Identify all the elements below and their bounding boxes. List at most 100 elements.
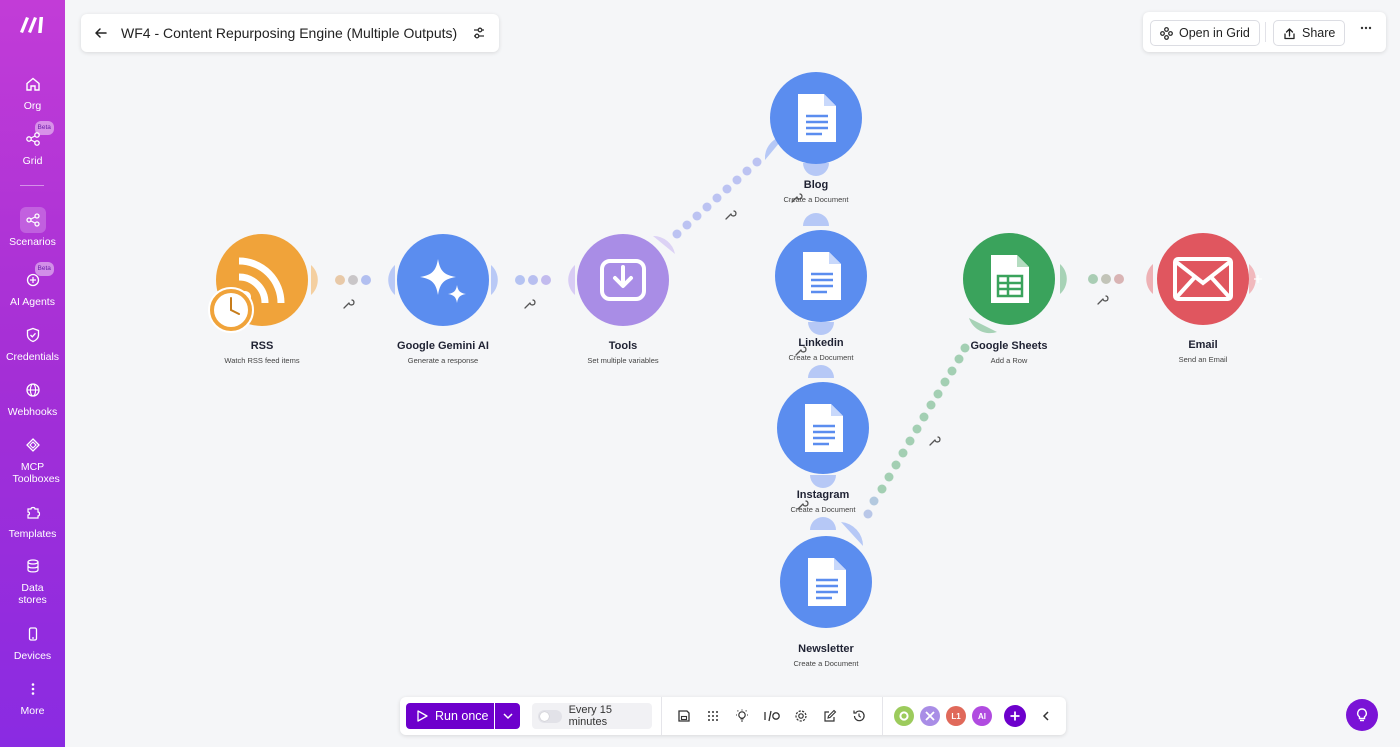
module-name: Email: [1188, 339, 1218, 351]
module-label: Linkedin Create a Document: [741, 337, 901, 362]
history-button[interactable]: [850, 707, 868, 725]
scenario-settings-button[interactable]: [459, 26, 499, 40]
play-icon: [417, 710, 428, 722]
add-module-button[interactable]: [1004, 705, 1026, 727]
module-instagram[interactable]: [743, 382, 903, 474]
schedule-toggle[interactable]: [538, 709, 562, 723]
app-badge-gateway[interactable]: [894, 706, 914, 726]
make-logo-icon[interactable]: [17, 12, 49, 36]
align-button[interactable]: [704, 707, 722, 725]
sidebar-item-credentials[interactable]: Credentials: [0, 322, 65, 363]
module-google-sheets[interactable]: [929, 233, 1089, 325]
module-action: Create a Document: [790, 505, 856, 514]
app-badge-ai[interactable]: AI: [972, 706, 992, 726]
google-docs-icon: [770, 72, 862, 164]
notes-button[interactable]: [821, 707, 839, 725]
module-rss[interactable]: [182, 234, 342, 326]
tips-button[interactable]: [1346, 699, 1378, 731]
share-icon: [1284, 27, 1295, 39]
connections-layer: [311, 136, 1262, 546]
wrench-icon[interactable]: [1097, 295, 1109, 305]
history-icon: [853, 710, 865, 722]
scenario-canvas[interactable]: RSS Watch RSS feed items Google Gemini A…: [65, 0, 1400, 747]
gemini-sparkle-icon: [397, 234, 489, 326]
tools-download-icon: [577, 234, 669, 326]
share-button[interactable]: Share: [1273, 20, 1346, 46]
module-name: Google Gemini AI: [397, 340, 489, 352]
mobile-icon: [20, 621, 46, 647]
sidebar-item-more[interactable]: More: [0, 676, 65, 717]
database-icon: [20, 553, 46, 579]
scenario-settings-button[interactable]: [792, 707, 810, 725]
wrench-icon[interactable]: [524, 299, 536, 309]
sidebar-item-grid[interactable]: Beta Grid: [0, 121, 65, 167]
header-actions: Open in Grid Share: [1143, 12, 1386, 52]
sidebar-item-label: Webhooks: [7, 406, 58, 418]
header-divider: [1265, 22, 1266, 42]
tools-icon: [925, 711, 935, 721]
back-button[interactable]: [81, 26, 121, 40]
module-label: Email Send an Email: [1123, 339, 1283, 364]
module-action: Create a Document: [788, 353, 854, 362]
open-in-grid-button[interactable]: Open in Grid: [1150, 20, 1260, 46]
mcp-icon: [20, 432, 46, 458]
module-name: Blog: [803, 179, 829, 191]
dots-grid-icon: [708, 711, 718, 721]
module-newsletter[interactable]: [746, 536, 906, 628]
app-badge-tools[interactable]: [920, 706, 940, 726]
module-blog[interactable]: [736, 72, 896, 164]
io-button[interactable]: [762, 707, 782, 725]
module-name: RSS: [250, 340, 274, 352]
module-linkedin[interactable]: [741, 230, 901, 322]
sidebar-item-label: More: [20, 705, 45, 717]
page-title[interactable]: WF4 - Content Repurposing Engine (Multip…: [121, 25, 459, 41]
module-action: Set multiple variables: [587, 356, 659, 365]
sidebar-item-label: Credentials: [5, 351, 60, 363]
edit-note-icon: [824, 709, 837, 722]
more-options-button[interactable]: [1355, 21, 1377, 43]
module-action: Watch RSS feed items: [224, 356, 300, 365]
plus-icon: [1010, 711, 1020, 721]
lightbulb-icon: [736, 709, 748, 722]
schedule-control[interactable]: Every 15 minutes: [532, 703, 652, 729]
sidebar-item-scenarios[interactable]: Scenarios: [0, 207, 65, 248]
wrench-icon[interactable]: [929, 436, 941, 446]
sidebar-item-mcp-toolboxes[interactable]: MCP Toolboxes: [0, 432, 65, 485]
module-google-gemini-ai[interactable]: [363, 234, 523, 326]
share-nodes-icon: [19, 207, 46, 233]
module-name: Linkedin: [798, 337, 844, 349]
sidebar-item-data-stores[interactable]: Data stores: [0, 553, 65, 606]
app-badge-l1[interactable]: L1: [946, 706, 966, 726]
schedule-label: Every 15 minutes: [568, 704, 612, 728]
scenario-title-bar: WF4 - Content Repurposing Engine (Multip…: [81, 14, 499, 52]
share-label: Share: [1302, 26, 1336, 40]
collapse-toolbar-button[interactable]: [1037, 707, 1055, 725]
sidebar-item-label: AI Agents: [10, 296, 55, 308]
google-sheets-icon: [963, 233, 1055, 325]
module-label: Google Gemini AI Generate a response: [363, 340, 523, 365]
sidebar-item-ai-agents[interactable]: Beta AI Agents: [0, 262, 65, 308]
module-label: Newsletter Create a Document: [746, 643, 906, 668]
module-action: Create a Document: [783, 195, 849, 204]
run-options-dropdown[interactable]: [495, 703, 520, 729]
beta-badge: Beta: [34, 262, 54, 276]
sidebar-item-devices[interactable]: Devices: [0, 621, 65, 662]
module-email[interactable]: [1123, 233, 1283, 325]
sidebar-item-webhooks[interactable]: Webhooks: [0, 377, 65, 418]
clock-icon: [208, 287, 254, 333]
ring-icon: [899, 711, 909, 721]
sidebar-item-org[interactable]: Org: [0, 71, 65, 112]
envelope-icon: [1157, 233, 1249, 325]
sidebar-item-label: Org: [23, 100, 42, 112]
module-tools[interactable]: [543, 234, 703, 326]
run-once-button[interactable]: Run once: [406, 703, 494, 729]
save-button[interactable]: [675, 707, 693, 725]
sidebar-item-label: Data stores: [18, 582, 47, 606]
wrench-icon[interactable]: [725, 210, 737, 220]
sidebar-item-templates[interactable]: Templates: [0, 499, 65, 540]
module-label: Instagram Create a Document: [743, 489, 903, 514]
explain-flow-button[interactable]: [733, 707, 751, 725]
open-in-grid-label: Open in Grid: [1179, 26, 1250, 40]
module-name: Google Sheets: [970, 340, 1048, 352]
wrench-icon[interactable]: [343, 299, 355, 309]
